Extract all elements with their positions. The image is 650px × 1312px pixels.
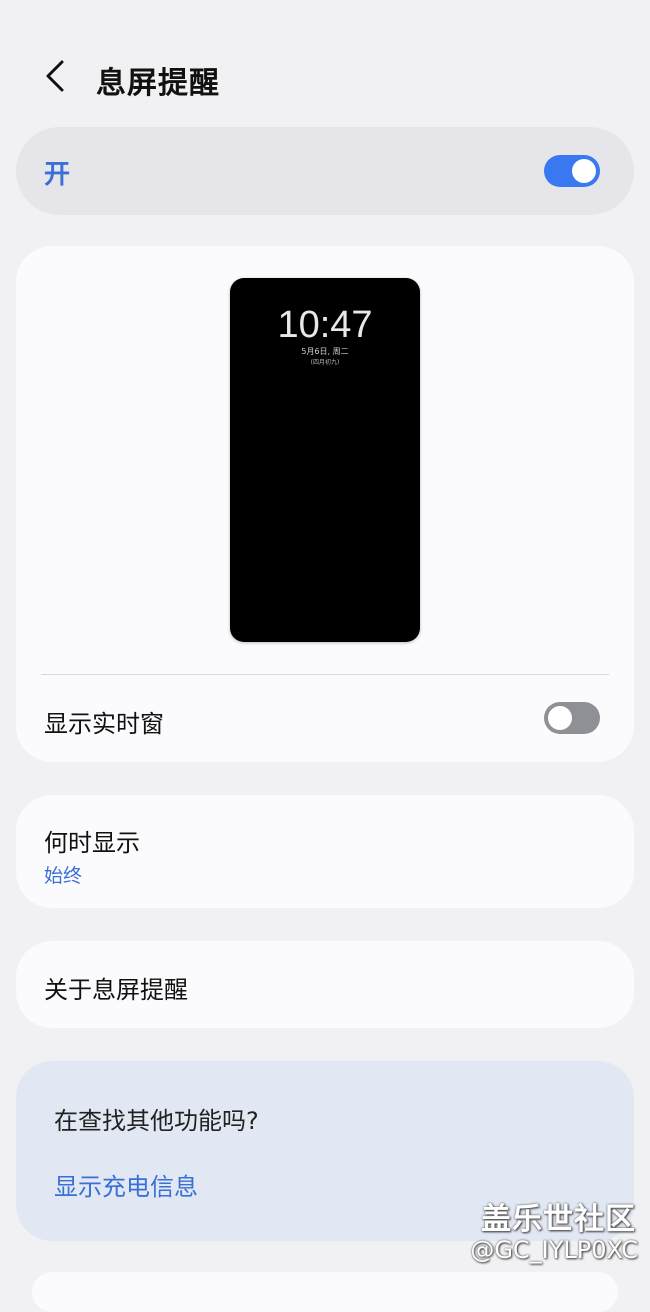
master-switch-label: 开: [44, 160, 71, 190]
live-window-toggle[interactable]: [544, 702, 600, 734]
preview-card: 10:47 5月6日, 周二 (四月初九) 显示实时窗: [16, 246, 634, 762]
when-to-show-label: 何时显示: [44, 829, 140, 857]
about-label: 关于息屏提醒: [44, 976, 188, 1004]
chevron-left-icon: [46, 60, 64, 92]
divider: [41, 674, 609, 675]
watermark-community: 盖乐世社区: [481, 1202, 636, 1237]
suggestions-title: 在查找其他功能吗?: [54, 1107, 259, 1135]
when-to-show-value: 始终: [44, 865, 83, 887]
live-window-label: 显示实时窗: [44, 710, 164, 738]
about-item[interactable]: 关于息屏提醒: [16, 941, 634, 1028]
preview-clock: 10:47: [277, 304, 373, 346]
back-button[interactable]: [36, 54, 76, 98]
toggle-knob: [548, 706, 572, 730]
app-header: 息屏提醒: [0, 40, 650, 116]
master-toggle[interactable]: [544, 155, 600, 187]
next-card: [32, 1272, 618, 1312]
aod-preview-phone[interactable]: 10:47 5月6日, 周二 (四月初九): [230, 278, 420, 642]
preview-lunar-date: (四月初九): [310, 359, 340, 366]
when-to-show-item[interactable]: 何时显示 始终: [16, 795, 634, 908]
master-switch-row[interactable]: 开: [16, 127, 634, 215]
page-title: 息屏提醒: [96, 66, 220, 101]
charging-info-link[interactable]: 显示充电信息: [54, 1167, 198, 1202]
watermark-user: @GC_IYLP0XC: [470, 1236, 638, 1264]
toggle-knob: [572, 159, 596, 183]
preview-date: 5月6日, 周二: [301, 347, 349, 356]
